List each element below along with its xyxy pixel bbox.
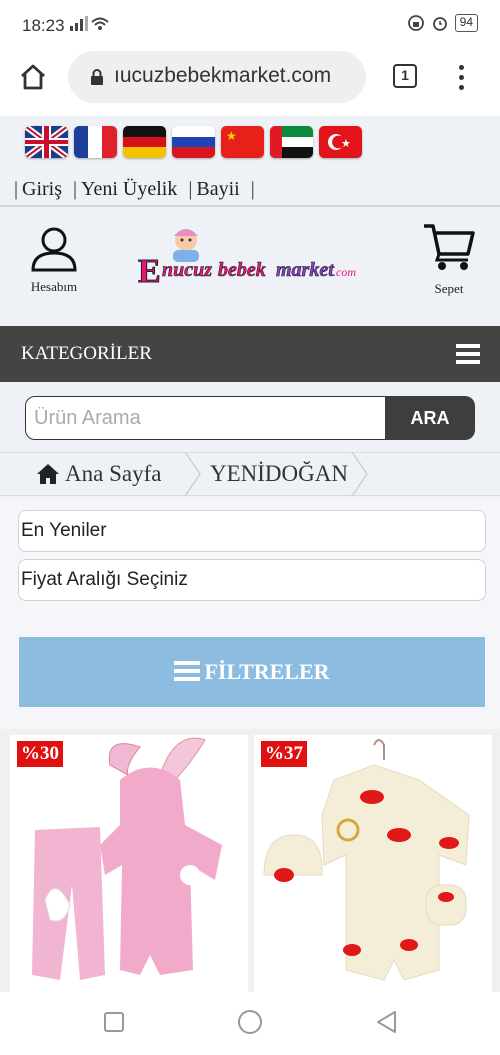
svg-text:bebek: bebek [218,259,266,281]
sort-select[interactable]: En Yeniler [18,510,486,552]
page-content: ★ ★ | Giriş | Yeni Üyelik | Bayii | Hesabım… [0,116,500,992]
svg-text:★: ★ [226,129,237,143]
language-flags: ★ ★ [25,126,362,158]
filter-panel: En Yeniler Fiyat Aralığı Seçiniz FİLTREL… [0,497,500,729]
lock-status-icon [407,15,424,31]
dealer-link[interactable]: Bayii [196,178,239,200]
list-icon [174,661,201,685]
cart-button[interactable]: Sepet [421,222,477,297]
svg-text:market: market [276,259,335,281]
user-icon [31,227,77,272]
divider [0,205,500,207]
discount-badge: %30 [17,741,63,767]
svg-text:.com: .com [333,265,356,279]
cart-label: Sepet [434,281,464,296]
product-card[interactable]: %30 [10,735,248,992]
breadcrumb-home[interactable]: Ana Sayfa [65,461,161,487]
separator: | [188,178,193,200]
back-icon[interactable] [375,1010,397,1034]
france-flag[interactable] [74,126,117,158]
url-field[interactable]: ıucuzbebekmarket.com [68,51,366,103]
home-nav-icon[interactable] [237,1009,263,1035]
status-time: 18:23 [22,16,65,35]
category-label: KATEGORİLER [21,343,152,364]
login-link[interactable]: Giriş [22,178,62,200]
cart-icon [424,224,475,270]
signal-icon [70,16,109,31]
russia-flag[interactable] [172,126,215,158]
breadcrumb-current[interactable]: YENİDOĞAN [210,461,348,487]
product-grid: %30 %37 [0,729,500,992]
product-image [263,739,470,981]
turkey-flag[interactable]: ★ [319,126,362,158]
price-range-select[interactable]: Fiyat Aralığı Seçiniz [18,559,486,601]
home-breadcrumb-icon[interactable] [36,463,60,485]
recent-apps-icon[interactable] [104,1012,124,1032]
svg-text:★: ★ [341,138,351,150]
register-link[interactable]: Yeni Üyelik [81,178,177,200]
hamburger-icon[interactable] [456,344,480,368]
filters-button-label: FİLTRELER [204,658,330,684]
breadcrumb: Ana Sayfa YENİDOĞAN [0,452,500,496]
filters-button[interactable]: FİLTRELER [19,637,485,707]
battery-icon: 94 [454,14,478,32]
china-flag[interactable]: ★ [221,126,264,158]
uae-flag[interactable] [270,126,313,158]
category-menu-bar[interactable]: KATEGORİLER [0,326,500,382]
browser-address-bar: ıucuzbebekmarket.com 1 [0,48,500,116]
tab-count-button[interactable]: 1 [393,64,417,88]
uk-flag[interactable] [25,126,68,158]
site-logo[interactable]: E nucuz bebek market .com [138,224,362,291]
lock-icon [91,69,103,85]
separator: | [14,178,19,200]
svg-text:nucuz: nucuz [162,259,212,281]
product-card[interactable]: %37 [254,735,492,992]
discount-badge: %37 [261,741,307,767]
svg-text:E: E [138,253,161,288]
separator: | [250,178,255,200]
url-text: ıucuzbebekmarket.com [114,64,332,87]
alarm-icon [432,17,447,31]
account-label: Hesabım [30,279,78,294]
search-form: ARA [25,396,475,440]
browser-menu-icon[interactable] [456,62,466,95]
separator: | [73,178,78,200]
germany-flag[interactable] [123,126,166,158]
system-navigation-bar [0,992,500,1055]
product-image [32,737,222,980]
logo-image: E nucuz bebek market .com [138,229,356,291]
search-button[interactable]: ARA [385,396,475,440]
account-button[interactable]: Hesabım [25,226,83,295]
top-links: | Giriş | Yeni Üyelik | Bayii | [12,178,259,201]
home-icon[interactable] [18,62,48,92]
search-input[interactable] [25,396,387,440]
status-bar: 18:23 94 [0,0,500,48]
